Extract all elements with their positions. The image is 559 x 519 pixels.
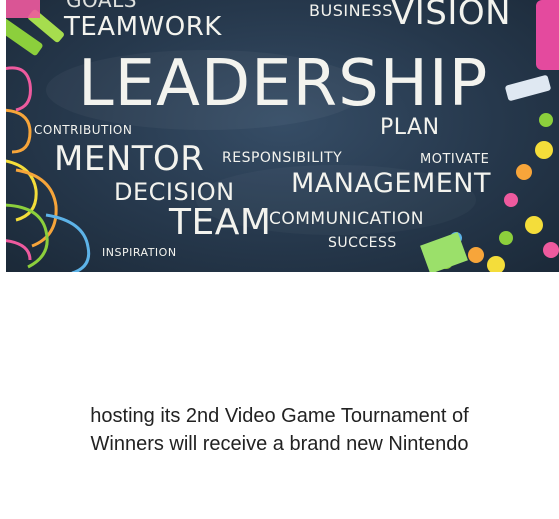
word-contribution: CONTRIBUTION	[34, 123, 133, 137]
word-teamwork: TEAMWORK	[64, 12, 222, 42]
word-leadership: LEADERSHIP	[78, 47, 489, 121]
word-vision: VISION	[391, 0, 512, 33]
leadership-word-cloud-image: GOALS TEAMWORK BUSINESS VISION LEADERSHI…	[6, 0, 559, 272]
article-line: hosting its 2nd Video Game Tournament of	[90, 405, 469, 427]
word-business: BUSINESS	[309, 1, 393, 20]
article-body: hosting its 2nd Video Game Tournament of…	[0, 402, 559, 458]
sticky-note-icon	[6, 0, 40, 18]
word-team: TEAM	[169, 202, 272, 243]
chalk-piece-icon	[505, 75, 551, 101]
word-communication: COMMUNICATION	[269, 209, 424, 229]
word-motivate: MOTIVATE	[420, 152, 490, 167]
marker-icon	[536, 0, 559, 70]
word-goals: GOALS	[66, 0, 137, 12]
word-mentor: MENTOR	[54, 139, 205, 179]
word-plan: PLAN	[380, 115, 440, 140]
word-responsibility: RESPONSIBILITY	[222, 150, 343, 166]
word-decision: DECISION	[114, 178, 235, 206]
word-management: MANAGEMENT	[291, 168, 491, 199]
word-inspiration: INSPIRATION	[102, 246, 177, 259]
word-success: SUCCESS	[328, 235, 397, 251]
article-line: Winners will receive a brand new Nintend…	[90, 433, 469, 455]
